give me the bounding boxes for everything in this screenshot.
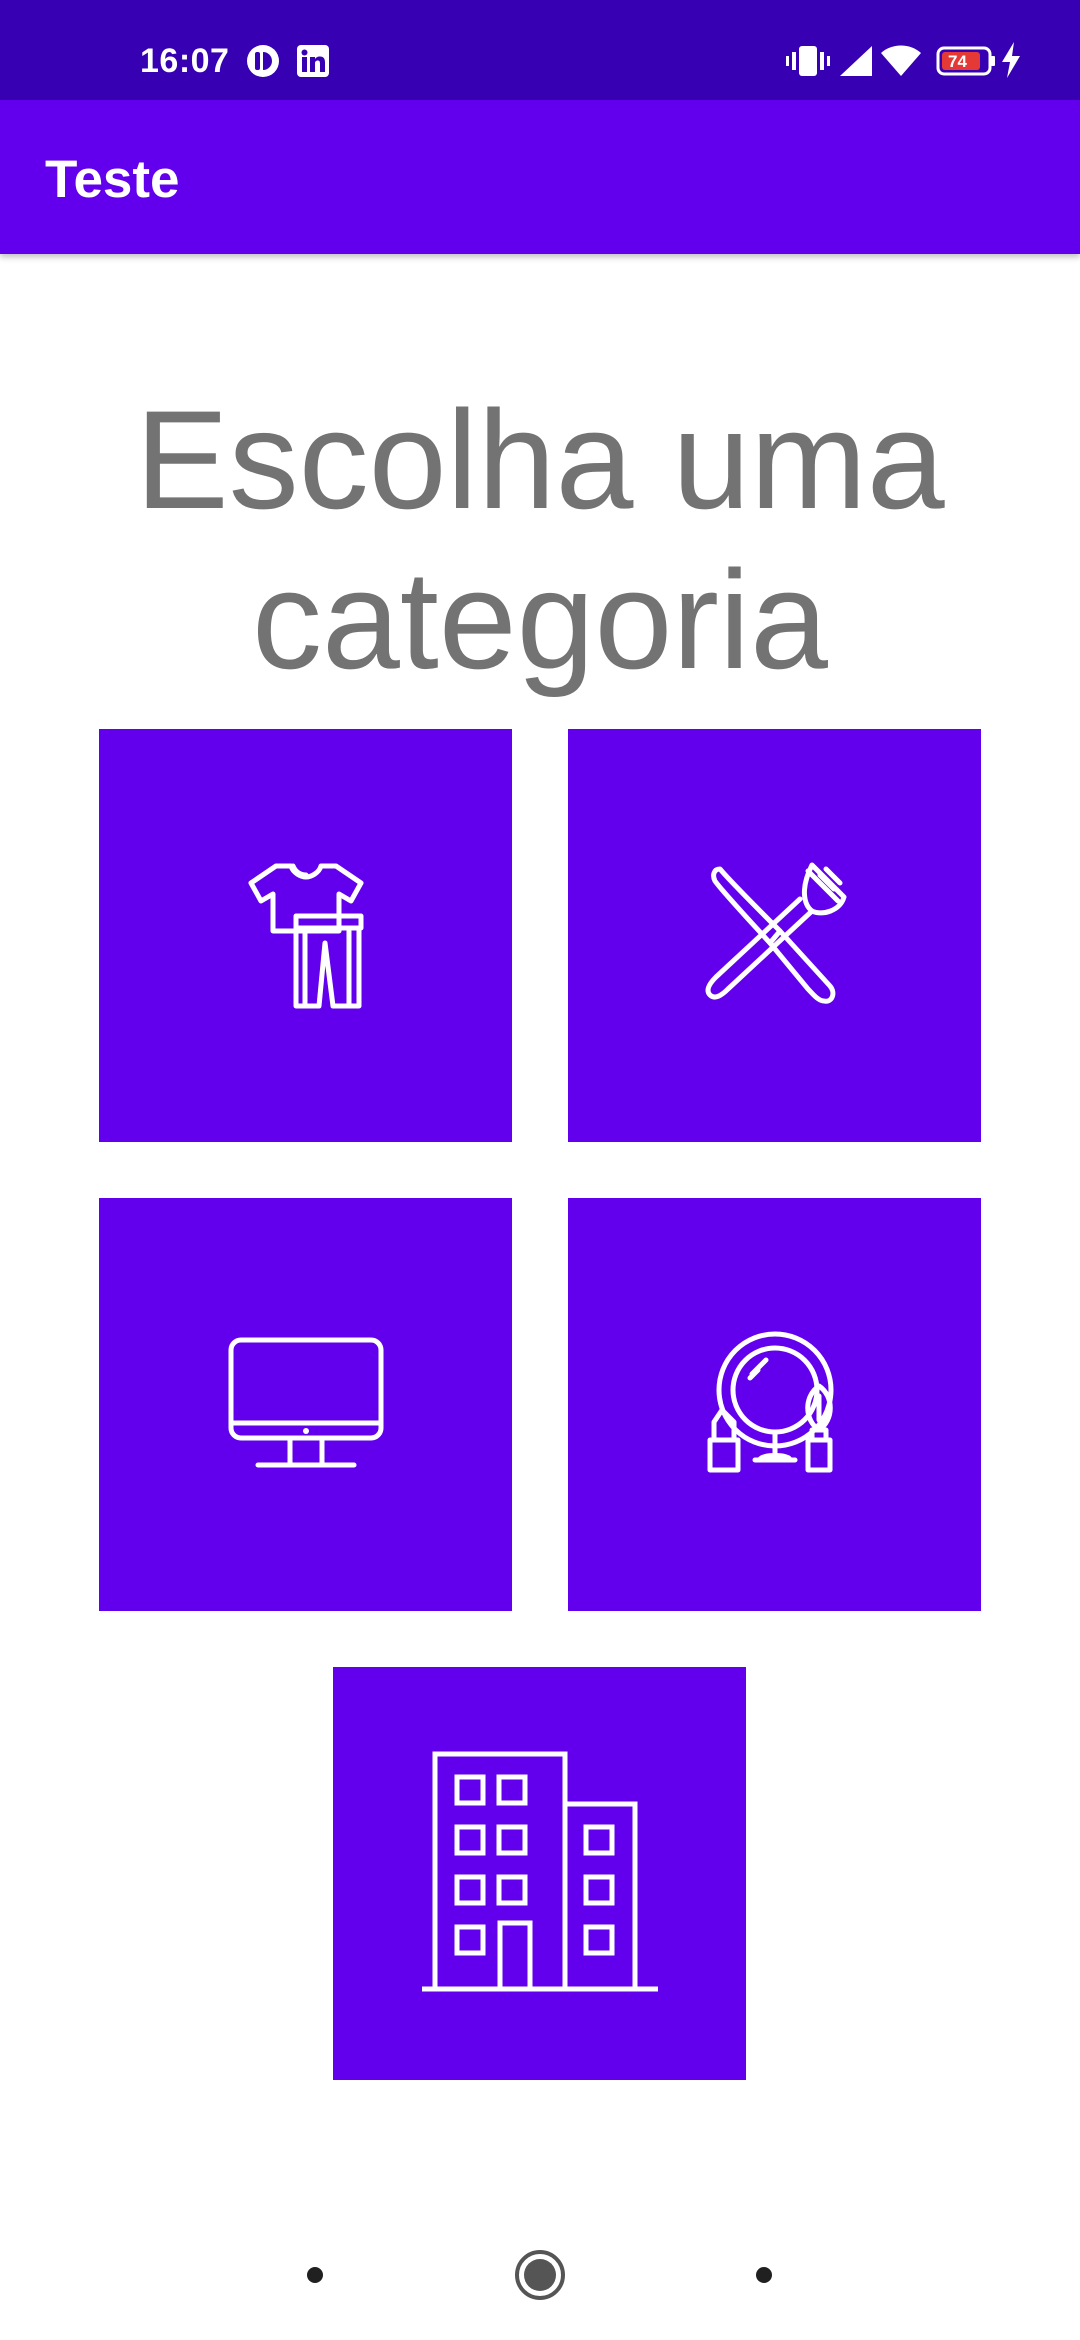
computer-monitor-icon — [228, 1337, 383, 1467]
status-time: 16:07 — [140, 42, 230, 80]
app-bar: Teste — [0, 100, 1080, 254]
clothing-icon — [248, 863, 363, 1008]
linkedin-icon — [296, 44, 330, 83]
page-heading: Escolha uma categoria — [135, 381, 945, 698]
battery-level-text: 74 — [948, 52, 967, 71]
nav-home-icon[interactable] — [514, 2249, 566, 2301]
screen: 16:07 74 Teste Escolha uma categoria — [0, 0, 1080, 2340]
category-electronics-button[interactable] — [99, 1198, 512, 1611]
cosmetics-icon — [707, 1331, 833, 1472]
status-bar: 16:07 74 — [0, 0, 1080, 100]
app-title: Teste — [45, 150, 180, 209]
wifi-icon — [880, 44, 922, 83]
nav-recents-dot[interactable] — [756, 2267, 772, 2283]
cutlery-icon — [705, 862, 846, 1004]
category-food-button[interactable] — [568, 729, 981, 1142]
category-building-button[interactable] — [333, 1667, 746, 2080]
category-clothing-button[interactable] — [99, 729, 512, 1142]
notification-app-icon — [246, 44, 280, 83]
signal-icon — [838, 44, 874, 83]
category-cosmetics-button[interactable] — [568, 1198, 981, 1611]
charging-icon — [1000, 42, 1022, 83]
vibrate-icon — [786, 44, 830, 83]
building-icon — [421, 1751, 658, 1991]
nav-back-dot[interactable] — [307, 2267, 323, 2283]
